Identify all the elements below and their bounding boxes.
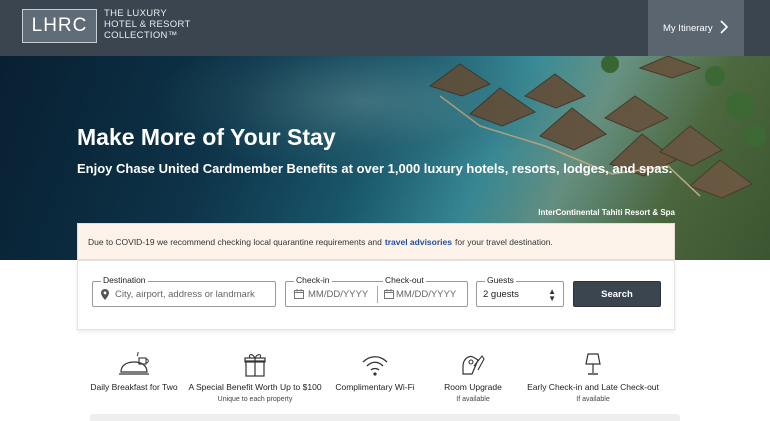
destination-input[interactable]: City, airport, address or landmark [115,289,255,300]
date-range-field[interactable]: Check-in MM/DD/YYYY Check-out MM/DD/YYYY [285,275,468,307]
destination-label: Destination [101,275,148,285]
benefit-breakfast: Daily Breakfast for Two [84,352,184,392]
key-icon [462,355,485,375]
checkin-input[interactable]: MM/DD/YYYY [308,289,368,300]
travel-advisories-link[interactable]: travel advisories [385,237,452,247]
benefit-title: Room Upgrade [444,382,502,392]
content-card-edge [90,414,680,421]
guests-value: 2 guests [483,289,519,300]
destination-field[interactable]: Destination City, airport, address or la… [92,275,276,307]
notice-text-after: for your travel destination. [454,236,553,247]
wifi-icon [362,356,388,376]
benefit-special: A Special Benefit Worth Up to $100 Uniqu… [185,352,325,403]
benefit-title: Complimentary Wi-Fi [335,382,415,392]
checkout-label: Check-out [383,275,426,285]
brand-logo[interactable]: LHRC [22,9,97,43]
search-button[interactable]: Search [573,281,661,307]
benefit-subtitle: If available [576,396,610,403]
checkout-input[interactable]: MM/DD/YYYY [396,289,456,300]
select-arrows-icon: ▲ ▼ [548,287,556,303]
guests-select[interactable]: Guests 2 guests ▲ ▼ [476,275,564,307]
benefit-subtitle: If available [456,396,490,403]
brand-line-2: HOTEL & RESORT [104,19,191,30]
hero-subtitle: Enjoy Chase United Cardmember Benefits a… [77,161,673,176]
date-divider [377,286,378,303]
photo-credit: InterContinental Tahiti Resort & Spa [538,208,675,217]
search-panel: Destination City, airport, address or la… [77,260,675,330]
benefit-title: Daily Breakfast for Two [90,382,178,392]
my-itinerary-label: My Itinerary [663,22,713,34]
hero-title: Make More of Your Stay [77,124,336,150]
brand-line-1: THE LUXURY [104,8,168,19]
my-itinerary-button[interactable]: My Itinerary [648,0,744,56]
benefit-title: A Special Benefit Worth Up to $100 [188,382,322,392]
gift-icon [244,354,266,377]
logo-abbr: LHRC [31,15,88,36]
benefit-subtitle: Unique to each property [217,396,293,403]
brand-line-3: COLLECTION™ [104,30,178,41]
benefit-title: Early Check-in and Late Check-out [527,382,659,392]
brand-name: THE LUXURY HOTEL & RESORT COLLECTION™ [104,8,191,41]
lamp-icon [585,353,601,375]
benefit-checkin: Early Check-in and Late Check-out If ava… [523,352,663,403]
notice-text-before: Due to COVID-19 we recommend checking lo… [88,236,382,247]
chevron-right-icon [720,20,728,34]
breakfast-icon [119,352,149,375]
benefit-wifi: Complimentary Wi-Fi [330,352,420,392]
calendar-icon [384,289,394,299]
site-header: LHRC THE LUXURY HOTEL & RESORT COLLECTIO… [0,0,770,56]
covid-notice: Due to COVID-19 we recommend checking lo… [77,223,675,260]
guests-label: Guests [485,275,516,285]
calendar-icon [294,289,304,299]
location-pin-icon [101,289,109,300]
checkin-label: Check-in [294,275,332,285]
benefit-upgrade: Room Upgrade If available [433,352,513,403]
